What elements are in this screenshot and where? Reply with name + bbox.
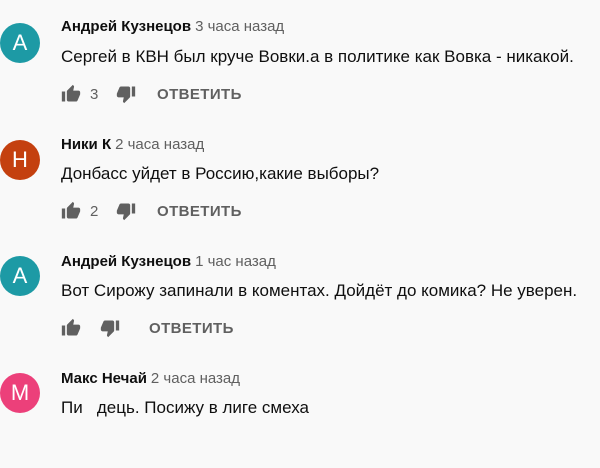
comment-text: Вот Сирожу запинали в коментах. Дойдёт д… <box>61 281 578 300</box>
comment-actions: 2 ОТВЕТИТЬ <box>61 199 242 223</box>
comment-header: Андрей Кузнецов 1 час назад <box>61 253 276 270</box>
thumbs-up-icon[interactable] <box>61 201 81 221</box>
thumbs-down-icon[interactable] <box>116 201 136 221</box>
like-count: 3 <box>90 85 99 103</box>
avatar[interactable]: Н <box>0 140 40 180</box>
comment-author[interactable]: Андрей Кузнецов <box>61 18 191 35</box>
comment-text: Сергей в КВН был круче Вовки.а в политик… <box>61 47 574 66</box>
thumbs-up-icon[interactable] <box>61 318 81 338</box>
comment-header: Ники К2 часа назад <box>61 136 204 153</box>
comment-text: Донбасс уйдет в Россию,какие выборы? <box>61 164 380 183</box>
avatar[interactable]: А <box>0 23 40 63</box>
comment-time[interactable]: 2 часа назад <box>151 370 240 387</box>
like-count: 2 <box>90 202 99 220</box>
comment-author[interactable]: Ники К <box>61 136 111 153</box>
comment-item: Н Ники К2 часа назад Донбасс уйдет в Рос… <box>0 117 600 234</box>
comment-item: А Андрей Кузнецов 1 час назад Вот Сирожу … <box>0 234 600 351</box>
comment-header: Макс Нечай 2 часа назад <box>61 370 240 387</box>
comment-text: Пи дець. Посижу в лиге смеха <box>61 398 309 417</box>
comment-time[interactable]: 2 часа назад <box>115 136 204 153</box>
comment-actions: 3 ОТВЕТИТЬ <box>61 82 242 106</box>
avatar[interactable]: М <box>0 373 40 413</box>
comment-author[interactable]: Макс Нечай <box>61 370 147 387</box>
comment-time[interactable]: 1 час назад <box>195 253 276 270</box>
thumbs-down-icon[interactable] <box>116 84 136 104</box>
comment-item: А Андрей Кузнецов 3 часа назад Сергей в К… <box>0 0 600 117</box>
comment-time[interactable]: 3 часа назад <box>195 18 284 35</box>
comment-item: М Макс Нечай 2 часа назад Пи дець. Посижу… <box>0 351 600 468</box>
comment-header: Андрей Кузнецов 3 часа назад <box>61 18 284 35</box>
reply-button[interactable]: ОТВЕТИТЬ <box>149 320 234 337</box>
thumbs-up-icon[interactable] <box>61 84 81 104</box>
comment-actions: ОТВЕТИТЬ <box>61 316 234 340</box>
thumbs-down-icon[interactable] <box>100 318 120 338</box>
reply-button[interactable]: ОТВЕТИТЬ <box>157 86 242 103</box>
comment-author[interactable]: Андрей Кузнецов <box>61 253 191 270</box>
avatar[interactable]: А <box>0 256 40 296</box>
reply-button[interactable]: ОТВЕТИТЬ <box>157 203 242 220</box>
